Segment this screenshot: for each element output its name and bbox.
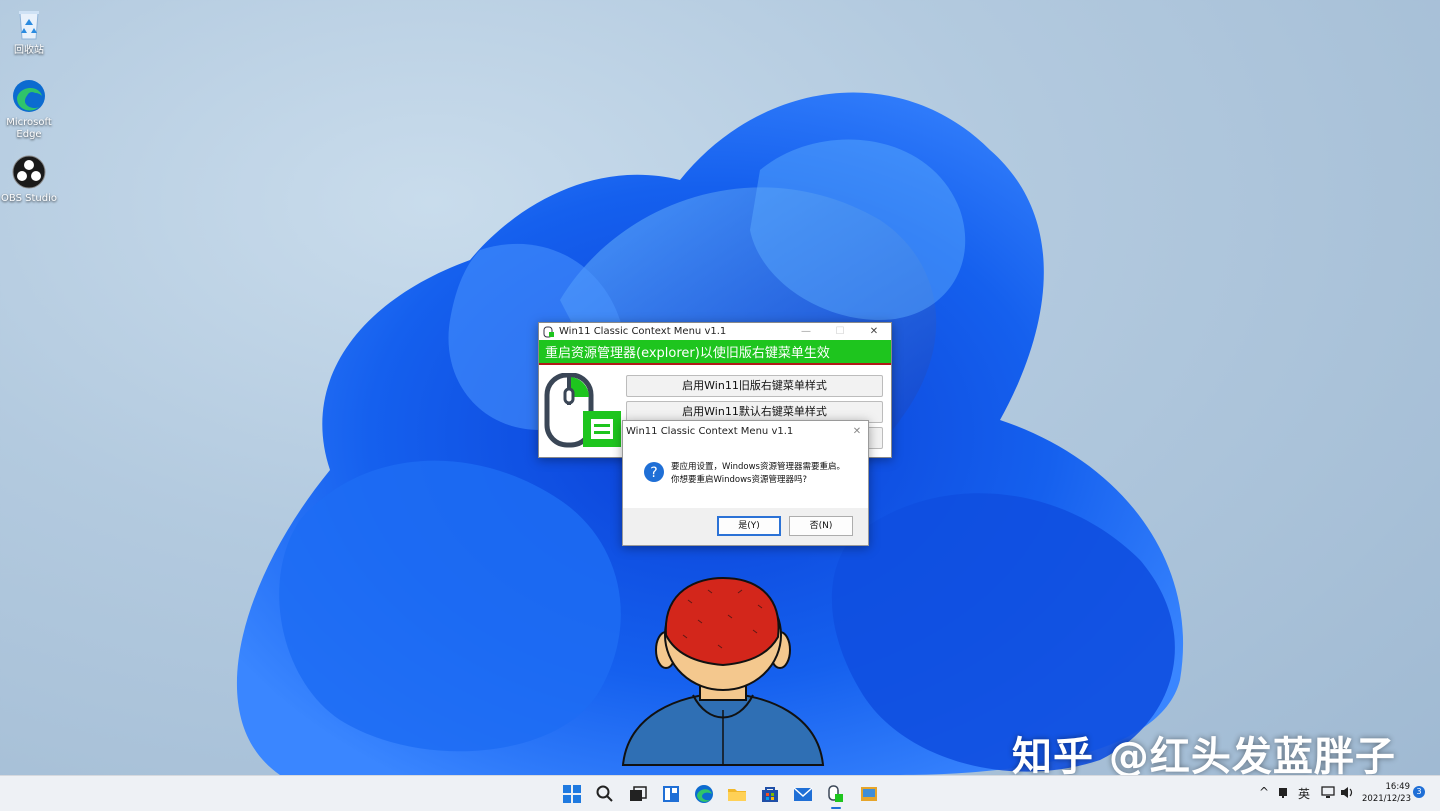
dialog-titlebar: Win11 Classic Context Menu v1.1 ✕ xyxy=(623,421,868,441)
obs-icon xyxy=(11,154,47,190)
mail-icon[interactable] xyxy=(793,784,813,804)
app-taskbar-icon[interactable] xyxy=(859,784,879,804)
maximize-button[interactable]: ☐ xyxy=(823,326,857,337)
svg-text:?: ? xyxy=(650,465,657,481)
clock-time: 16:49 xyxy=(1385,782,1411,792)
avatar-cartoon xyxy=(621,576,825,766)
dialog-message: 要应用设置，Windows资源管理器需要重启。 你想要重启Windows资源管理… xyxy=(671,461,845,487)
network-icon[interactable] xyxy=(1321,786,1335,799)
tray-overflow-icon[interactable]: ^ xyxy=(1259,785,1269,799)
start-icon[interactable] xyxy=(562,784,582,804)
no-button[interactable]: 否(N) xyxy=(789,516,853,536)
question-icon: ? xyxy=(644,462,664,482)
taskbar: ^ 英 16:49 2021/12/23 3 xyxy=(0,775,1440,811)
widgets-icon[interactable] xyxy=(661,784,681,804)
clock-date: 2021/12/23 xyxy=(1362,794,1411,804)
desktop-icon-obs[interactable]: OBS Studio xyxy=(0,154,58,205)
desktop-icon-label: OBS Studio xyxy=(1,193,57,204)
dialog-body: ? 要应用设置，Windows资源管理器需要重启。 你想要重启Windows资源… xyxy=(623,441,868,508)
dialog-message-line-2: 你想要重启Windows资源管理器吗? xyxy=(671,475,807,485)
desktop-icon-edge[interactable]: Microsoft Edge xyxy=(0,78,58,141)
dialog-message-line-1: 要应用设置，Windows资源管理器需要重启。 xyxy=(671,462,845,472)
volume-icon[interactable] xyxy=(1340,786,1354,799)
yes-button[interactable]: 是(Y) xyxy=(717,516,781,536)
app-icon xyxy=(543,326,554,337)
watermark: 知乎 @红头发蓝胖子 xyxy=(1012,734,1396,780)
search-icon[interactable] xyxy=(595,784,615,804)
dialog-title: Win11 Classic Context Menu v1.1 xyxy=(626,425,794,437)
context-menu-app-taskbar-icon[interactable] xyxy=(826,784,846,804)
pen-icon[interactable] xyxy=(1277,787,1289,799)
dialog-close-button[interactable]: ✕ xyxy=(846,426,868,437)
desktop-icon-label: 回收站 xyxy=(14,45,44,56)
mouse-logo-icon xyxy=(544,373,621,448)
notification-badge[interactable]: 3 xyxy=(1413,786,1425,798)
clock[interactable]: 16:49 2021/12/23 xyxy=(1362,781,1411,805)
active-app-indicator xyxy=(831,807,841,809)
recycle-bin-icon xyxy=(11,6,47,42)
enable-old-menu-button[interactable]: 启用Win11旧版右键菜单样式 xyxy=(626,375,883,397)
status-banner: 重启资源管理器(explorer)以使旧版右键菜单生效 xyxy=(539,340,891,365)
store-icon[interactable] xyxy=(760,784,780,804)
minimize-button[interactable]: — xyxy=(789,326,823,337)
desktop-icon-label: Microsoft Edge xyxy=(6,117,52,140)
ime-indicator[interactable]: 英 xyxy=(1298,785,1310,802)
edge-taskbar-icon[interactable] xyxy=(694,784,714,804)
file-explorer-icon[interactable] xyxy=(727,784,747,804)
edge-icon xyxy=(11,78,47,114)
dialog-footer: 是(Y) 否(N) xyxy=(623,508,868,545)
app-window-title: Win11 Classic Context Menu v1.1 xyxy=(559,326,727,337)
task-view-icon[interactable] xyxy=(628,784,648,804)
restart-dialog: Win11 Classic Context Menu v1.1 ✕ ? 要应用设… xyxy=(622,420,869,546)
desktop-icon-recycle-bin[interactable]: 回收站 xyxy=(0,6,58,57)
close-button[interactable]: ✕ xyxy=(857,326,891,337)
app-titlebar: Win11 Classic Context Menu v1.1 — ☐ ✕ xyxy=(539,323,891,340)
